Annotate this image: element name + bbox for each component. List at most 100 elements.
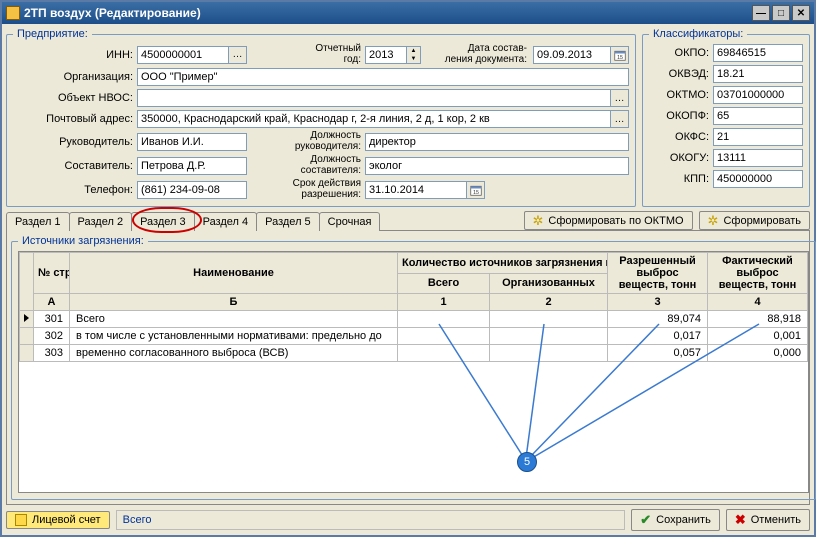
x-icon: ✖ (735, 512, 746, 528)
author-label: Составитель: (13, 160, 133, 172)
enterprise-legend: Предприятие: (13, 28, 92, 40)
cell-rownum: 303 (34, 345, 70, 362)
docdate-label: Дата состав-ления документа: (427, 44, 527, 65)
subcol-a: А (34, 294, 70, 311)
gear-icon: ✲ (708, 214, 719, 227)
kpp-label: КПП: (649, 173, 709, 185)
authorpos-label: Должностьсоставителя: (251, 155, 361, 176)
okpo-label: ОКПО: (649, 47, 709, 59)
subcol-1: 1 (398, 294, 490, 311)
sources-table-wrap: № стр. Наименование Количество источнико… (18, 251, 809, 493)
tab-section-4[interactable]: Раздел 4 (194, 212, 258, 231)
save-button[interactable]: ✔ Сохранить (631, 509, 720, 531)
author-input[interactable]: Петрова Д.Р. (137, 157, 247, 175)
sources-table[interactable]: № стр. Наименование Количество источнико… (19, 252, 808, 362)
table-row[interactable]: 303временно согласованного выброса (ВСВ)… (20, 345, 808, 362)
inn-input[interactable]: 4500000001 (137, 46, 229, 64)
col-allowed[interactable]: Разрешенный выброс веществ, тонн (608, 253, 708, 294)
org-label: Организация: (13, 71, 133, 83)
enterprise-fieldset: Предприятие: ИНН: 4500000001 … Отчетныйг… (6, 28, 636, 207)
titlebar: 2ТП воздух (Редактирование) — □ ✕ (2, 2, 814, 24)
okogu-label: ОКОГУ: (649, 152, 709, 164)
docdate-calendar-button[interactable]: 15 (611, 46, 629, 64)
col-actual[interactable]: Фактический выброс веществ, тонн (708, 253, 808, 294)
head-input[interactable]: Иванов И.И. (137, 133, 247, 151)
cell-rownum: 301 (34, 311, 70, 328)
cell-allowed[interactable]: 89,074 (608, 311, 708, 328)
okved-label: ОКВЭД: (649, 68, 709, 80)
docdate-input[interactable]: 09.09.2013 (533, 46, 611, 64)
subcol-2: 2 (490, 294, 608, 311)
close-button[interactable]: ✕ (792, 5, 810, 21)
maximize-button[interactable]: □ (772, 5, 790, 21)
addr-input[interactable]: 350000, Краснодарский край, Краснодар г,… (137, 110, 611, 128)
cell-rownum: 302 (34, 328, 70, 345)
year-spinner[interactable]: ▲▼ (407, 46, 421, 64)
app-window: 2ТП воздух (Редактирование) — □ ✕ Предпр… (0, 0, 816, 537)
phone-label: Телефон: (13, 184, 133, 196)
classifiers-legend: Классификаторы: (649, 28, 747, 40)
cell-allowed[interactable]: 0,057 (608, 345, 708, 362)
cell-total[interactable] (398, 311, 490, 328)
okved-input[interactable]: 18.21 (713, 65, 803, 83)
okopf-input[interactable]: 65 (713, 107, 803, 125)
nvos-lookup-button[interactable]: … (611, 89, 629, 107)
cell-name: временно согласованного выброса (ВСВ) (70, 345, 398, 362)
nvos-label: Объект НВОС: (13, 92, 133, 104)
cell-actual[interactable]: 88,918 (708, 311, 808, 328)
tab-section-5[interactable]: Раздел 5 (256, 212, 320, 231)
cell-allowed[interactable]: 0,017 (608, 328, 708, 345)
cell-org[interactable] (490, 345, 608, 362)
cell-total[interactable] (398, 345, 490, 362)
svg-text:15: 15 (473, 189, 479, 195)
permexp-label: Срок действияразрешения: (251, 179, 361, 200)
tab-section-1[interactable]: Раздел 1 (6, 212, 70, 231)
subcol-3: 3 (608, 294, 708, 311)
cell-name: в том числе с установленными нормативами… (70, 328, 398, 345)
inn-lookup-button[interactable]: … (229, 46, 247, 64)
authorpos-input[interactable]: эколог (365, 157, 629, 175)
row-marker-icon (24, 314, 29, 322)
minimize-button[interactable]: — (752, 5, 770, 21)
headpos-label: Должностьруководителя: (251, 131, 361, 152)
table-row[interactable]: 301Всего89,07488,918 (20, 311, 808, 328)
col-count-group[interactable]: Количество источников загрязнения на кон… (398, 253, 608, 274)
tab-section-3[interactable]: Раздел 3 (131, 212, 195, 231)
app-icon (6, 6, 20, 20)
permexp-calendar-button[interactable]: 15 (467, 181, 485, 199)
status-text: Всего (116, 510, 626, 530)
cell-actual[interactable]: 0,001 (708, 328, 808, 345)
cancel-button[interactable]: ✖ Отменить (726, 509, 810, 531)
cell-org[interactable] (490, 311, 608, 328)
okogu-input[interactable]: 13111 (713, 149, 803, 167)
classifiers-fieldset: Классификаторы: ОКПО: 69846515 ОКВЭД: 18… (642, 28, 810, 207)
sources-panel: Источники загрязнения: № стр. Наименован… (6, 230, 810, 505)
phone-input[interactable]: (861) 234-09-08 (137, 181, 247, 199)
col-rownum[interactable]: № стр. (34, 253, 70, 294)
permexp-input[interactable]: 31.10.2014 (365, 181, 467, 199)
year-label: Отчетныйгод: (251, 44, 361, 65)
tab-urgent[interactable]: Срочная (319, 212, 381, 231)
tab-section-2[interactable]: Раздел 2 (69, 212, 133, 231)
oktmo-input[interactable]: 03701000000 (713, 86, 803, 104)
form-button[interactable]: ✲ Сформировать (699, 211, 810, 230)
addr-label: Почтовый адрес: (13, 113, 133, 125)
year-input[interactable]: 2013 (365, 46, 407, 64)
col-count-total[interactable]: Всего (398, 273, 490, 294)
cell-actual[interactable]: 0,000 (708, 345, 808, 362)
col-count-org[interactable]: Организованных (490, 273, 608, 294)
cell-total[interactable] (398, 328, 490, 345)
kpp-input[interactable]: 450000000 (713, 170, 803, 188)
headpos-input[interactable]: директор (365, 133, 629, 151)
cell-org[interactable] (490, 328, 608, 345)
check-icon: ✔ (640, 512, 651, 528)
table-row[interactable]: 302в том числе с установленными норматив… (20, 328, 808, 345)
okfs-input[interactable]: 21 (713, 128, 803, 146)
account-button[interactable]: Лицевой счет (6, 511, 110, 529)
col-name[interactable]: Наименование (70, 253, 398, 294)
okpo-input[interactable]: 69846515 (713, 44, 803, 62)
nvos-input[interactable] (137, 89, 611, 107)
form-by-oktmo-button[interactable]: ✲ Сформировать по ОКТМО (524, 211, 693, 230)
addr-lookup-button[interactable]: … (611, 110, 629, 128)
org-input[interactable]: ООО "Пример" (137, 68, 629, 86)
